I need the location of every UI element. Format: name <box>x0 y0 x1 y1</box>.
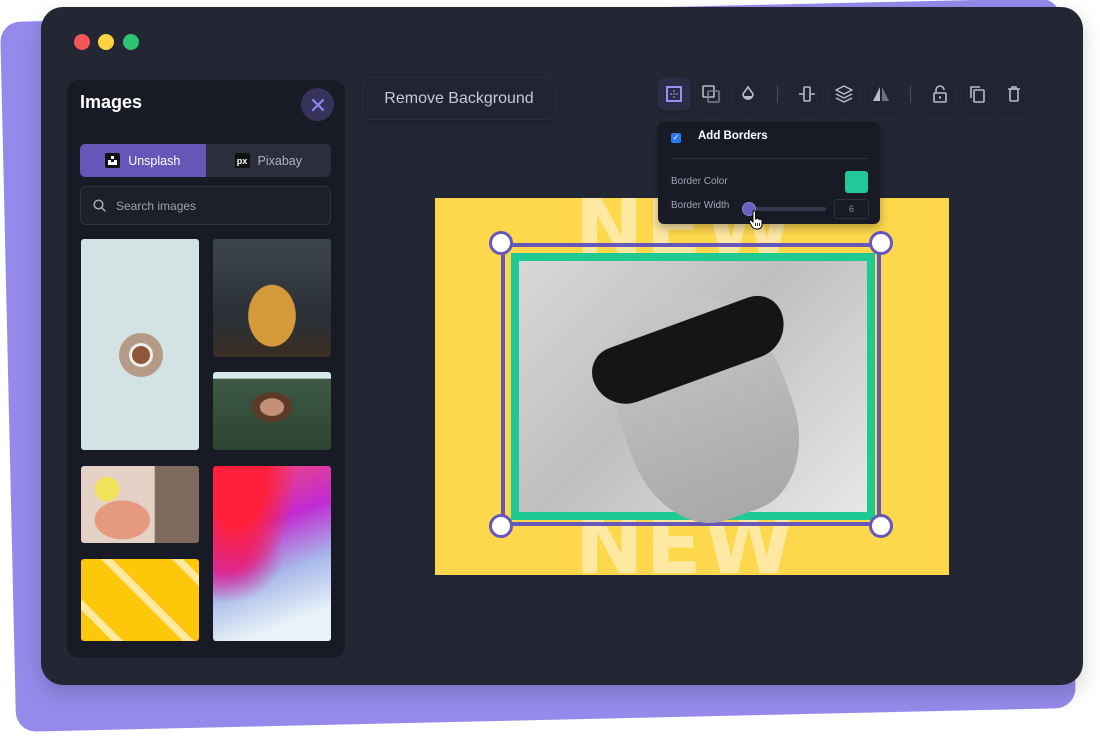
image-thumbnail-woman[interactable] <box>213 372 331 450</box>
toolbar-separator <box>777 85 778 103</box>
border-width-label: Border Width <box>671 200 730 211</box>
popup-divider <box>671 158 868 159</box>
toolbar-separator <box>910 85 911 103</box>
border-color-swatch[interactable] <box>845 171 868 193</box>
toolbar <box>658 78 1030 111</box>
images-panel: Images Unsplash px Pixabay <box>67 80 345 658</box>
tab-pixabay[interactable]: px Pixabay <box>206 144 332 177</box>
delete-button[interactable] <box>998 78 1030 110</box>
unlock-icon <box>933 85 947 103</box>
delete-icon <box>1008 86 1020 102</box>
remove-background-button[interactable]: Remove Background <box>363 78 555 119</box>
search-input[interactable] <box>114 197 318 214</box>
opacity-button[interactable] <box>732 78 764 110</box>
add-borders-checkbox[interactable]: ✓ <box>671 133 681 143</box>
design-canvas[interactable]: NEW NEW <box>435 198 949 575</box>
search-icon <box>93 199 106 212</box>
duplicate-icon <box>970 86 985 103</box>
layers-button[interactable] <box>828 78 860 110</box>
resize-handle-bottom-left[interactable] <box>489 514 513 538</box>
overlay-button[interactable] <box>695 78 727 110</box>
image-thumbnail-coffee[interactable] <box>81 239 199 450</box>
panel-title: Images <box>80 92 143 112</box>
image-thumbnail-gradient[interactable] <box>213 466 331 641</box>
tab-label: Unsplash <box>128 153 181 168</box>
image-thumbnail-milk-cartons[interactable] <box>81 559 199 641</box>
portrait-photo[interactable] <box>519 261 867 544</box>
source-tabs: Unsplash px Pixabay <box>80 144 331 177</box>
hand-cursor-icon <box>748 210 763 230</box>
tab-unsplash[interactable]: Unsplash <box>80 144 206 177</box>
coffee-cup-graphic <box>119 333 163 377</box>
portrait-face <box>584 268 824 544</box>
image-thumbnail-cocktail[interactable] <box>81 466 199 543</box>
opacity-icon <box>742 85 754 100</box>
window-maximize-button[interactable] <box>123 34 139 50</box>
close-icon <box>311 98 324 111</box>
border-color-label: Border Color <box>671 176 728 187</box>
layers-icon <box>835 85 853 103</box>
duplicate-button[interactable] <box>961 78 993 110</box>
resize-handle-bottom-right[interactable] <box>869 514 893 538</box>
border-settings-popup: ✓ Add Borders Border Color Border Width … <box>658 122 880 230</box>
window-minimize-button[interactable] <box>98 34 114 50</box>
search-box <box>80 186 331 225</box>
align-center-button[interactable] <box>791 78 823 110</box>
lock-button[interactable] <box>924 78 956 110</box>
border-width-input[interactable]: 6 <box>834 199 869 219</box>
app-window: Images Unsplash px Pixabay Search images… <box>41 7 1083 685</box>
flip-icon <box>873 87 889 101</box>
window-close-button[interactable] <box>74 34 90 50</box>
close-panel-button[interactable] <box>301 88 334 121</box>
pixabay-logo-icon: px <box>234 153 250 168</box>
align-center-icon <box>799 86 815 102</box>
unsplash-logo-icon <box>105 153 121 168</box>
resize-handle-top-left[interactable] <box>489 231 513 255</box>
resize-handle-top-right[interactable] <box>869 231 893 255</box>
border-button[interactable] <box>658 78 690 110</box>
overlay-icon <box>702 85 720 103</box>
border-icon <box>666 86 682 102</box>
tab-label: Pixabay <box>257 153 302 168</box>
popup-title: Add Borders <box>698 130 768 142</box>
flip-button[interactable] <box>865 78 897 110</box>
image-thumbnail-pancakes[interactable] <box>213 239 331 357</box>
